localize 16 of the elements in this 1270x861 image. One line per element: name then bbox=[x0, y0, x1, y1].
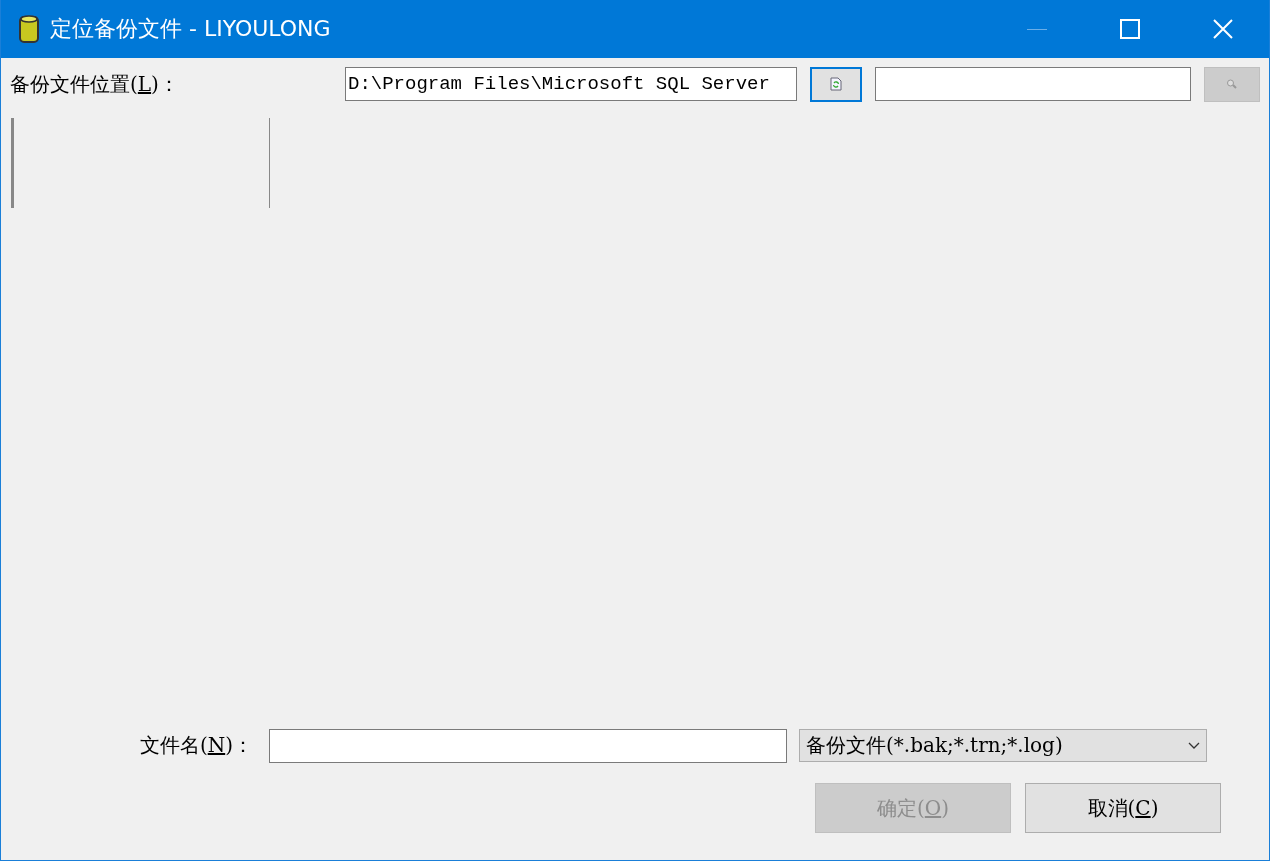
refresh-icon bbox=[830, 77, 842, 91]
minimize-icon bbox=[1026, 28, 1047, 30]
search-icon bbox=[1226, 79, 1238, 89]
close-icon bbox=[1211, 18, 1234, 40]
file-name-field[interactable] bbox=[269, 728, 787, 763]
cancel-button[interactable]: 取消(C) bbox=[1025, 783, 1221, 833]
search-field[interactable] bbox=[875, 67, 1191, 101]
refresh-button[interactable] bbox=[810, 66, 862, 102]
maximize-icon bbox=[1119, 19, 1140, 39]
file-type-dropdown[interactable]: 备份文件(*.bak;*.trn;*.log) bbox=[799, 729, 1207, 762]
file-name-label: 文件名(N)： bbox=[138, 732, 254, 759]
database-icon bbox=[18, 14, 40, 44]
location-label: 备份文件位置(L)： bbox=[10, 70, 180, 98]
window-title: 定位备份文件 - LIYOULONG bbox=[50, 15, 331, 43]
path-field[interactable]: D:\Program Files\Microsoft SQL Server bbox=[345, 67, 797, 101]
chevron-down-icon bbox=[1188, 741, 1200, 750]
